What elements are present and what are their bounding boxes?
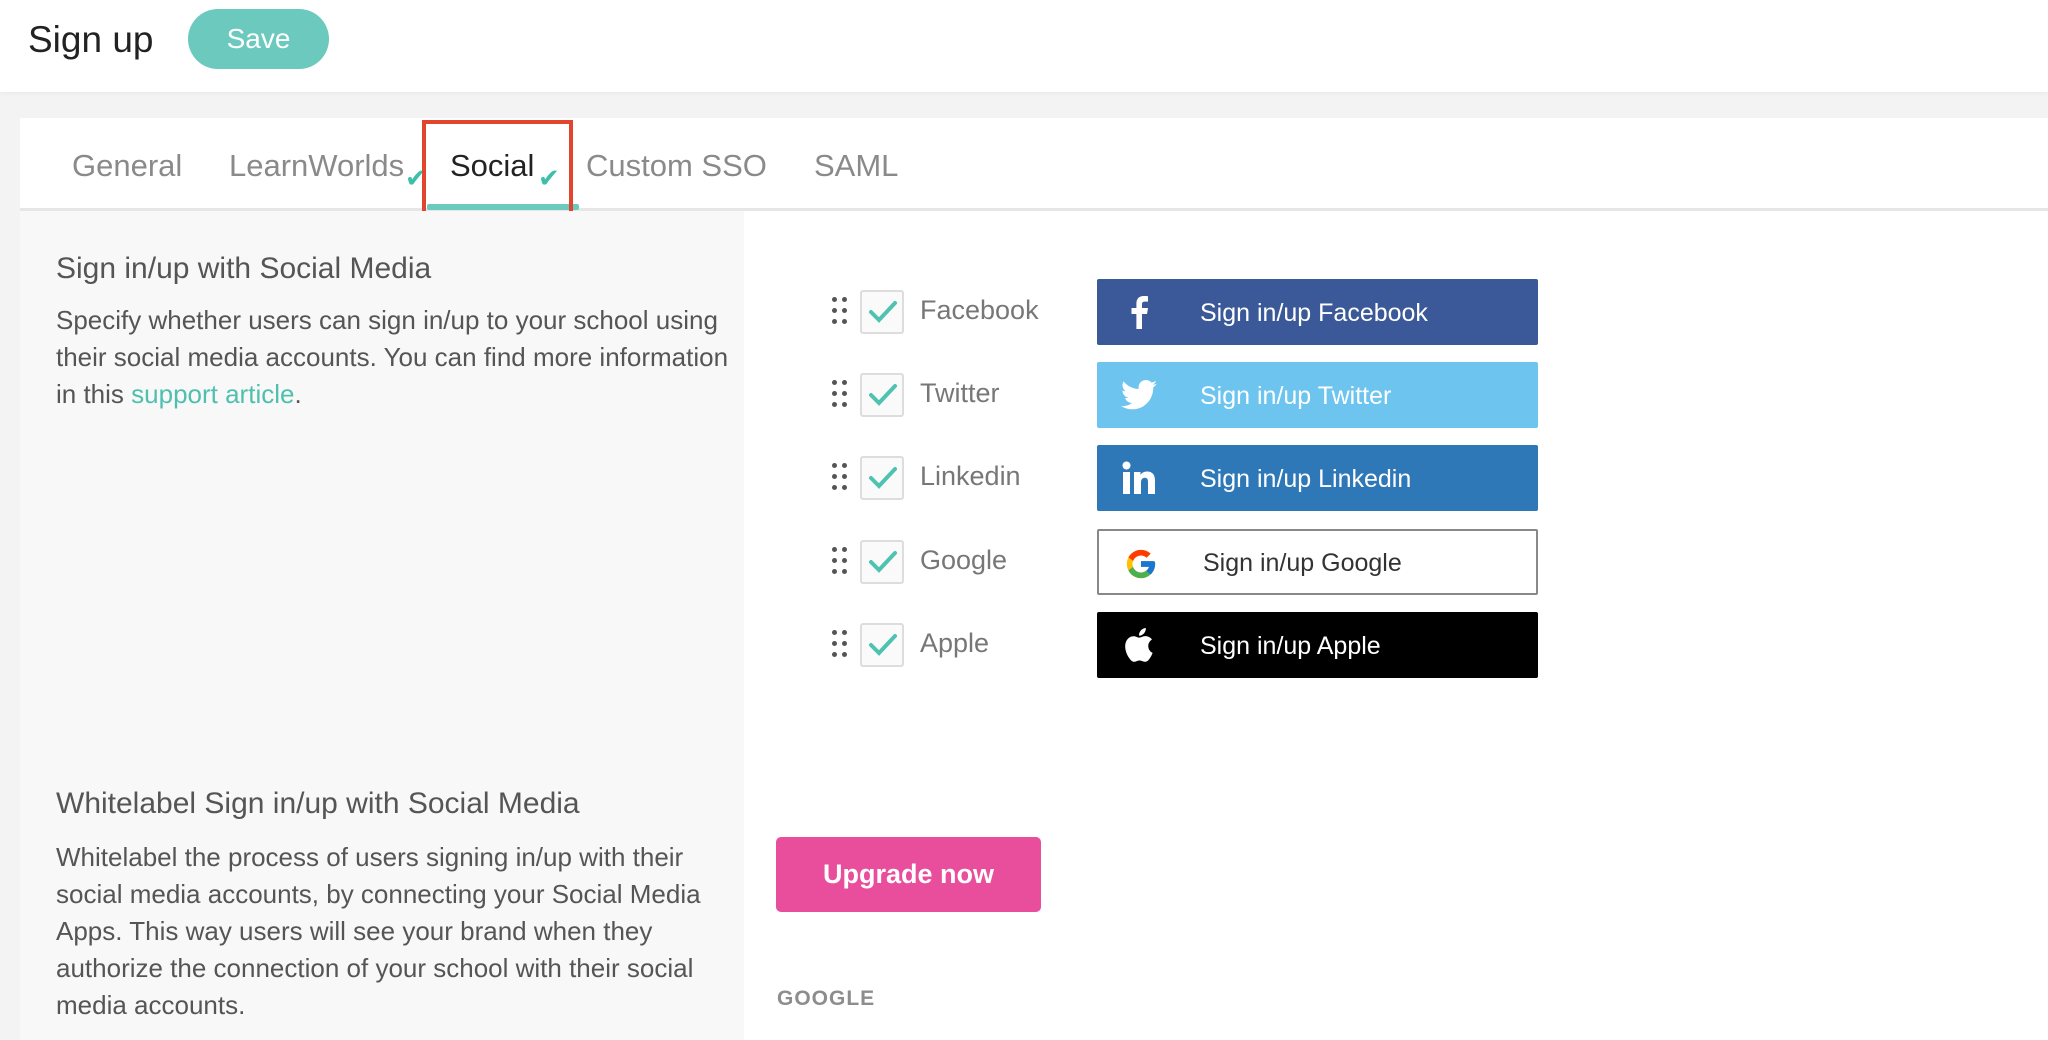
provider-checkbox[interactable] — [860, 623, 904, 667]
check-icon — [869, 634, 897, 656]
provider-checkbox[interactable] — [860, 290, 904, 334]
button-label: Sign in/up Twitter — [1200, 382, 1392, 410]
save-button[interactable]: Save — [188, 9, 329, 69]
google-icon — [1121, 544, 1161, 584]
highlight-box — [422, 120, 573, 221]
drag-handle-icon[interactable] — [832, 297, 850, 329]
tab-label: SAML — [814, 148, 899, 183]
provider-label: Facebook — [920, 295, 1039, 325]
provider-checkbox[interactable] — [860, 373, 904, 417]
tab-label: Custom SSO — [586, 148, 767, 183]
button-label: Sign in/up Google — [1203, 549, 1402, 577]
twitter-signin-button[interactable]: Sign in/up Twitter — [1097, 362, 1538, 428]
upgrade-now-button[interactable]: Upgrade now — [776, 837, 1041, 912]
check-icon — [869, 467, 897, 489]
tab-saml[interactable]: SAML — [814, 146, 898, 186]
provider-row-google: Google Sign in/up Google — [810, 529, 1570, 595]
tab-label: General — [72, 148, 183, 183]
support-article-link[interactable]: support article — [131, 379, 294, 409]
google-heading: GOOGLE — [777, 987, 876, 1010]
provider-label: Google — [920, 545, 1008, 575]
provider-row-apple: Apple Sign in/up Apple — [810, 612, 1570, 678]
provider-row-facebook: Facebook Sign in/up Facebook — [810, 279, 1570, 345]
provider-label: Linkedin — [920, 461, 1021, 491]
tab-general[interactable]: General — [72, 146, 182, 186]
apple-icon — [1119, 625, 1159, 665]
check-icon — [869, 301, 897, 323]
settings-card: General LearnWorlds ✔ Social ✔ Custom SS… — [20, 118, 2048, 1040]
facebook-signin-button[interactable]: Sign in/up Facebook — [1097, 279, 1538, 345]
whitelabel-section-title: Whitelabel Sign in/up with Social Media — [56, 787, 580, 820]
button-label: Sign in/up Linkedin — [1200, 465, 1412, 493]
drag-handle-icon[interactable] — [832, 380, 850, 412]
provider-checkbox[interactable] — [860, 456, 904, 500]
google-signin-button[interactable]: Sign in/up Google — [1097, 529, 1538, 595]
tab-custom-sso[interactable]: Custom SSO — [586, 146, 767, 186]
tab-learnworlds[interactable]: LearnWorlds ✔ — [229, 146, 427, 193]
linkedin-signin-button[interactable]: Sign in/up Linkedin — [1097, 445, 1538, 511]
provider-label: Apple — [920, 628, 990, 658]
button-label: Sign in/up Facebook — [1200, 299, 1428, 327]
check-icon — [869, 551, 897, 573]
tab-bar: General LearnWorlds ✔ Social ✔ Custom SS… — [20, 118, 2048, 221]
provider-row-twitter: Twitter Sign in/up Twitter — [810, 362, 1570, 428]
apple-signin-button[interactable]: Sign in/up Apple — [1097, 612, 1538, 678]
page-title: Sign up — [28, 19, 154, 60]
drag-handle-icon[interactable] — [832, 630, 850, 662]
provider-label: Twitter — [920, 378, 1000, 408]
provider-checkbox[interactable] — [860, 540, 904, 584]
social-section-description: Specify whether users can sign in/up to … — [56, 302, 736, 413]
facebook-icon — [1119, 292, 1159, 332]
linkedin-icon — [1119, 458, 1159, 498]
description-end: . — [294, 379, 302, 409]
drag-handle-icon[interactable] — [832, 463, 850, 495]
twitter-icon — [1119, 375, 1159, 415]
top-bar: Sign up Save — [0, 0, 2048, 92]
button-label: Sign in/up Apple — [1200, 632, 1381, 660]
provider-row-linkedin: Linkedin Sign in/up Linkedin — [810, 445, 1570, 511]
whitelabel-section-description: Whitelabel the process of users signing … — [56, 842, 701, 1020]
tab-label: LearnWorlds — [229, 148, 405, 183]
check-icon — [869, 384, 897, 406]
social-section-title: Sign in/up with Social Media — [56, 252, 432, 285]
drag-handle-icon[interactable] — [832, 547, 850, 579]
